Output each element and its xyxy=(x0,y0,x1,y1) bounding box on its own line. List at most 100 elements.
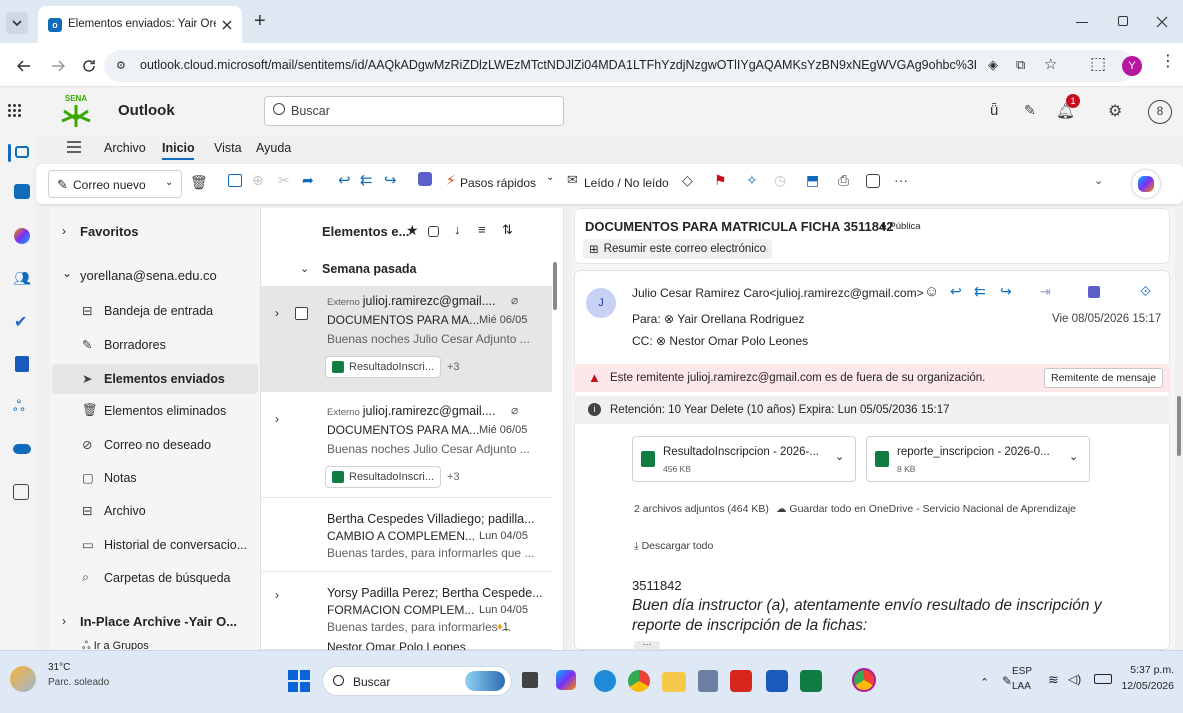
volume-icon[interactable]: ◁) xyxy=(1068,672,1081,686)
folder-notes[interactable]: ▢ Notas xyxy=(82,463,137,493)
message-item[interactable]: › Externo julioj.ramirezc@gmail.... ⌀ DOC… xyxy=(261,392,552,498)
new-mail-chevron-icon[interactable]: ⌄ xyxy=(165,177,173,188)
file-explorer-icon[interactable] xyxy=(662,672,686,692)
clock-time[interactable]: 5:37 p.m. xyxy=(1126,664,1174,676)
org-app-icon[interactable]: ஃ xyxy=(13,398,25,417)
copilot-app-icon[interactable] xyxy=(14,228,30,244)
close-window-icon[interactable] xyxy=(1154,14,1170,30)
reply-all-icon[interactable]: ⇇ xyxy=(974,283,986,300)
people-app-icon[interactable]: 👥︎ xyxy=(13,270,31,287)
favorites-header[interactable]: Favoritos xyxy=(80,224,139,239)
attachment-card[interactable]: ResultadoInscripcion - 2026-... 456 KB ⌄ xyxy=(632,436,856,482)
read-unread-button[interactable]: Leído / No leído xyxy=(584,176,669,190)
message-item[interactable]: › Externo julioj.ramirezc@gmail.... ⌀ DOC… xyxy=(261,286,552,392)
task-view-icon[interactable] xyxy=(522,672,538,688)
word-icon[interactable] xyxy=(766,670,788,692)
close-tab-icon[interactable] xyxy=(218,16,236,34)
group-chevron-icon[interactable]: ⌄ xyxy=(300,262,309,275)
browser-tab[interactable]: o Elementos enviados: Yair Orella xyxy=(38,6,242,43)
notepad-icon[interactable] xyxy=(698,670,718,692)
quick-steps-chevron-icon[interactable]: ⌄ xyxy=(546,172,554,183)
summarize-button[interactable]: ⊞ Resumir este correo electrónico xyxy=(583,239,772,259)
browser-menu-icon[interactable]: ⋮ xyxy=(1160,54,1176,70)
wifi-icon[interactable]: ≋ xyxy=(1048,672,1059,688)
chrome-profile-icon[interactable] xyxy=(852,668,876,692)
list-scrollbar[interactable] xyxy=(553,262,557,310)
expand-thread-icon[interactable]: › xyxy=(275,306,279,320)
address-bar[interactable]: ⚙ outlook.cloud.microsoft/mail/sentitems… xyxy=(104,50,1136,82)
cast-icon[interactable]: ⧉ xyxy=(1016,57,1025,73)
tray-app-icon[interactable]: ✎ xyxy=(1002,674,1012,688)
archive-icon[interactable] xyxy=(228,174,242,187)
filter-icon[interactable]: ≡ xyxy=(478,222,486,237)
reply-all-icon[interactable]: ⇇ xyxy=(360,171,373,189)
reply-icon[interactable]: ↩ xyxy=(338,171,351,189)
to-recipient[interactable]: Yair Orellana Rodriguez xyxy=(677,312,804,326)
sweep-icon[interactable]: ✂ xyxy=(278,172,290,189)
forward-mail-icon[interactable]: ↪ xyxy=(1000,283,1012,300)
app-launcher-icon[interactable] xyxy=(8,104,22,118)
excel-icon[interactable] xyxy=(800,670,822,692)
message-item[interactable]: › Yorsy Padilla Perez; Bertha Cespede...… xyxy=(261,572,552,650)
reading-scrollbar[interactable] xyxy=(1177,396,1181,456)
copilot-icon[interactable] xyxy=(1132,170,1160,198)
hamburger-icon[interactable] xyxy=(66,140,82,154)
download-all-link[interactable]: ⤓ Descargar todo xyxy=(634,540,713,553)
flag-icon[interactable]: ⚑ xyxy=(714,172,727,189)
show-trimmed-button[interactable]: ··· xyxy=(634,641,660,650)
language-primary[interactable]: ESP xyxy=(1012,666,1032,677)
extensions-icon[interactable]: ⬚ xyxy=(1090,54,1106,74)
bookmark-star-icon[interactable]: ☆ xyxy=(1044,55,1057,73)
favorites-chevron-icon[interactable]: › xyxy=(62,224,66,238)
delete-icon[interactable]: 🗑︎ xyxy=(190,174,208,191)
back-icon[interactable] xyxy=(16,58,32,74)
forward-icon[interactable] xyxy=(50,58,66,74)
menu-inicio[interactable]: Inicio xyxy=(162,141,195,155)
save-onedrive-link[interactable]: ☁ Guardar todo en OneDrive - Servicio Na… xyxy=(776,503,1076,515)
tag-icon[interactable]: ◇ xyxy=(682,172,693,189)
attachment-chevron-icon[interactable]: ⌄ xyxy=(1069,450,1078,463)
pdf-icon[interactable] xyxy=(1088,286,1100,298)
print-icon[interactable]: ⎙ xyxy=(838,172,849,189)
tray-chevron-icon[interactable]: ⌃ xyxy=(980,676,989,689)
profile-avatar[interactable]: Y xyxy=(1122,56,1142,76)
account-header[interactable]: yorellana@sena.edu.co xyxy=(80,268,217,283)
pin-icon[interactable]: ✧ xyxy=(746,172,758,189)
emoji-react-icon[interactable]: ☺ xyxy=(924,283,939,300)
sort-icon[interactable]: ⇅ xyxy=(502,222,513,238)
menu-archivo[interactable]: Archivo xyxy=(104,141,146,155)
quick-steps-button[interactable]: Pasos rápidos xyxy=(460,176,536,190)
taskbar-search[interactable]: Buscar xyxy=(322,666,512,696)
rules-icon[interactable]: ⬒ xyxy=(806,172,819,189)
expand-thread-icon[interactable]: › xyxy=(275,588,279,602)
teams-share-icon[interactable] xyxy=(418,172,432,186)
site-info-icon[interactable]: ⚙ xyxy=(116,59,130,73)
reload-icon[interactable] xyxy=(80,57,98,75)
apps-icon[interactable] xyxy=(866,174,880,188)
folder-archive[interactable]: ⊟ Archivo xyxy=(82,496,146,526)
copilot-taskbar-icon[interactable] xyxy=(556,670,576,690)
favorite-star-icon[interactable]: ★ xyxy=(406,222,419,239)
menu-vista[interactable]: Vista xyxy=(214,141,242,155)
from-line[interactable]: Julio Cesar Ramirez Caro<julioj.ramirezc… xyxy=(632,286,924,300)
weather-icon[interactable] xyxy=(10,666,36,692)
new-mail-button[interactable]: ✎ Correo nuevo ⌄ xyxy=(48,170,182,198)
teams-icon[interactable]: ǖ xyxy=(990,102,998,119)
forward-mail-icon[interactable]: ↪ xyxy=(384,171,397,189)
edge-icon[interactable] xyxy=(594,670,616,692)
tab-list-button[interactable] xyxy=(6,12,28,34)
windows-start-icon[interactable] xyxy=(288,670,310,692)
attachment-chevron-icon[interactable]: ⌄ xyxy=(835,450,844,463)
report-icon[interactable]: ⊕ xyxy=(252,172,264,189)
app-install-icon[interactable]: ◈ xyxy=(988,57,998,73)
battery-icon[interactable] xyxy=(1094,674,1112,684)
settings-gear-icon[interactable]: ⚙ xyxy=(1108,101,1122,121)
more-apps-icon[interactable] xyxy=(13,484,29,500)
calendar-app-icon[interactable] xyxy=(14,184,30,199)
reply-icon[interactable]: ↩ xyxy=(950,283,962,300)
folder-sent[interactable]: ➤ Elementos enviados xyxy=(82,364,225,394)
folder-search-folders[interactable]: ⌕ Carpetas de búsqueda xyxy=(82,563,230,593)
sender-report-button[interactable]: Remitente de mensaje xyxy=(1044,368,1164,388)
feedback-icon[interactable]: ✎ xyxy=(1024,102,1036,119)
groups-link[interactable]: ஃ Ir a Grupos xyxy=(82,640,149,650)
